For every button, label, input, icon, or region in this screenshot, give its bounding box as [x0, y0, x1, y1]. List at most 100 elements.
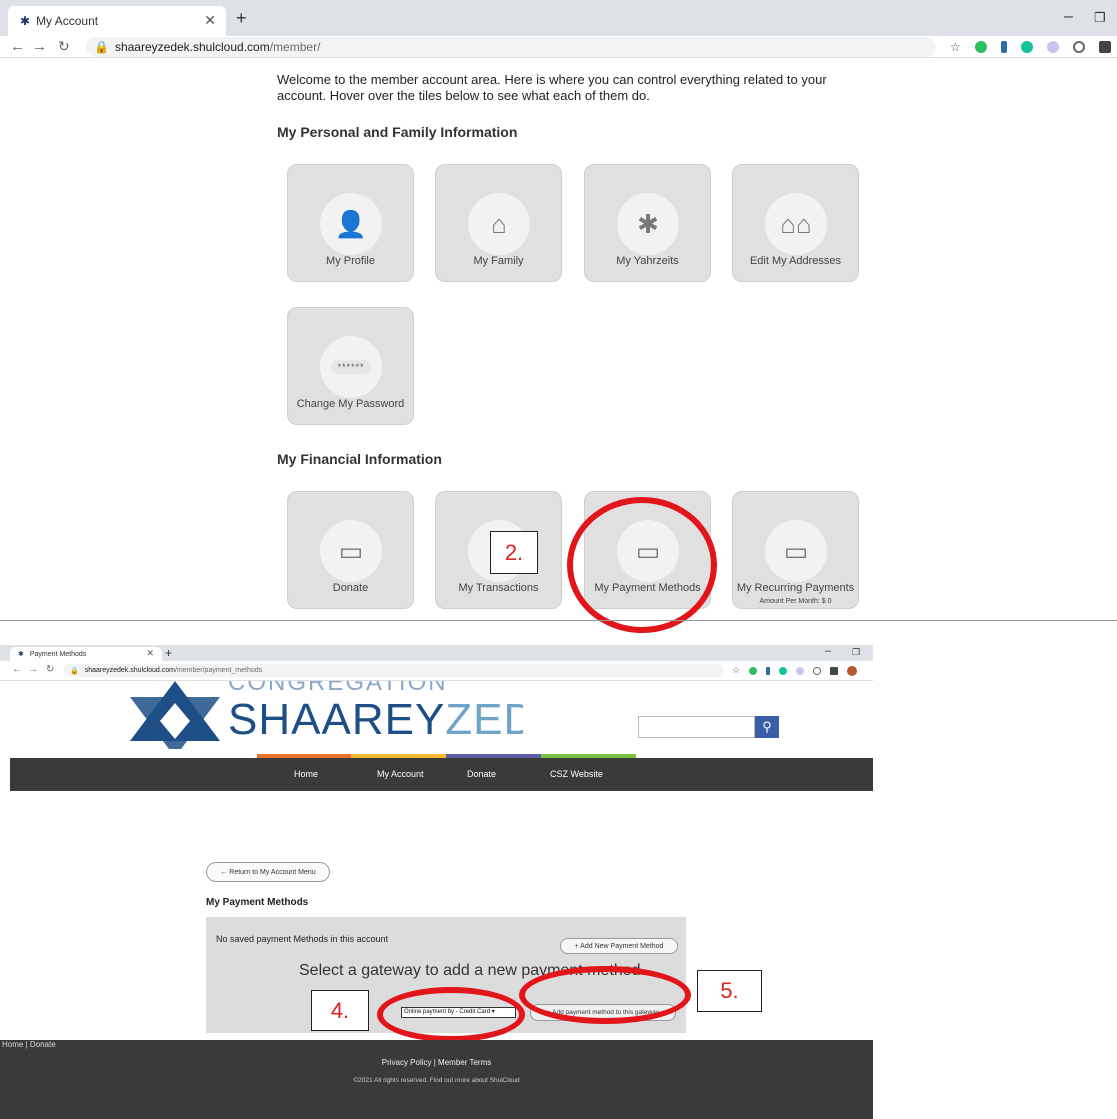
close-tab-icon[interactable]: ✕ [204, 12, 216, 29]
star-of-david-logo-icon [130, 681, 220, 749]
annotation-step-4: 4. [311, 990, 369, 1031]
memorial-candle-icon: ✱ [617, 193, 679, 255]
logo-name-part2: ZEDEK [445, 695, 523, 744]
address-bar: ← → ↻ 🔒 shaareyzedek.shulcloud.com/membe… [0, 36, 1117, 58]
url-input[interactable]: 🔒 shaareyzedek.shulcloud.com/member/paym… [64, 664, 724, 677]
footer-copyright: ©2021 All rights reserved. Find out more… [353, 1077, 520, 1084]
bookmark-star-icon[interactable]: ☆ [950, 40, 961, 54]
annotation-circle-payment-methods [567, 497, 717, 633]
url-input[interactable]: 🔒 shaareyzedek.shulcloud.com/member/ [86, 37, 936, 57]
browser-tab-bar: ✱ Payment Methods ✕ + – ❐ [0, 645, 873, 661]
extension-bars-icon[interactable] [766, 666, 771, 675]
page-title: My Payment Methods [206, 897, 309, 908]
family-house-edit-icon: ⌂ [468, 193, 530, 255]
nav-home[interactable]: Home [294, 769, 318, 779]
restore-button[interactable]: ❐ [1094, 10, 1106, 26]
tile-label: My Yahrzeits [616, 255, 679, 267]
nav-csz-website[interactable]: CSZ Website [550, 769, 603, 779]
browser-tab-my-account[interactable]: ✱ My Account ✕ [8, 6, 226, 36]
welcome-text: Welcome to the member account area. Here… [277, 72, 827, 103]
address-bar: ← → ↻ 🔒 shaareyzedek.shulcloud.com/membe… [0, 661, 873, 681]
minimize-button[interactable]: – [825, 645, 831, 657]
tab-title: My Account [36, 14, 99, 28]
profile-avatar-icon[interactable] [847, 665, 858, 676]
extension-icons: ☆ [950, 36, 1117, 57]
footer-home-donate-links[interactable]: Home | Donate [2, 1040, 56, 1049]
tile-label: Donate [332, 582, 369, 594]
tile-label: My Recurring Payments [736, 582, 855, 594]
grammarly-icon[interactable] [1020, 40, 1033, 53]
password-field-icon: ****** [320, 336, 382, 398]
profile-edit-icon: 👤 [320, 193, 382, 255]
pocket-icon[interactable] [813, 666, 822, 675]
nav-donate[interactable]: Donate [467, 769, 496, 779]
return-to-account-menu-button[interactable]: ← Return to My Account Menu [206, 862, 330, 882]
tile-my-yahrzeits[interactable]: ✱ My Yahrzeits [584, 164, 711, 282]
no-saved-methods-text: No saved payment Methods in this account [216, 934, 389, 944]
stacked-cards-icon: ▭ [765, 520, 827, 582]
footer-links[interactable]: Privacy Policy | Member Terms [0, 1058, 873, 1067]
tile-edit-my-addresses[interactable]: ⌂⌂ Edit My Addresses [732, 164, 859, 282]
back-arrow-icon[interactable]: ← [10, 38, 25, 55]
tile-label: Change My Password [296, 398, 405, 410]
tile-my-recurring-payments[interactable]: ▭ My Recurring Payments Amount Per Month… [732, 491, 859, 609]
extension-bars-icon[interactable] [1000, 40, 1007, 53]
tile-label: My Family [473, 255, 524, 267]
reload-icon[interactable]: ↻ [58, 38, 70, 55]
tile-my-profile[interactable]: 👤 My Profile [287, 164, 414, 282]
password-mask: ****** [331, 360, 371, 374]
tile-my-family[interactable]: ⌂ My Family [435, 164, 562, 282]
credit-card-icon: ▭ [320, 520, 382, 582]
minimize-button[interactable]: – [1064, 8, 1073, 26]
extension-icons: ☆ [732, 661, 858, 680]
evernote-icon[interactable] [974, 40, 987, 53]
tile-label: My Transactions [458, 582, 539, 594]
personal-section-title: My Personal and Family Information [277, 124, 518, 140]
pocket-icon[interactable] [1072, 40, 1085, 53]
recurring-amount: Amount Per Month: $ 0 [759, 598, 832, 605]
reload-icon[interactable]: ↻ [46, 664, 54, 675]
lock-icon: 🔒 [94, 40, 109, 54]
evernote-icon[interactable] [749, 666, 758, 675]
annotation-circle-add-gateway [519, 966, 691, 1024]
browser-tab-bar: ✱ My Account ✕ + – ❐ [0, 0, 1117, 36]
footer-top-bar: Home | Donate [0, 1040, 873, 1052]
restore-button[interactable]: ❐ [852, 647, 860, 658]
puzzle-extensions-icon[interactable] [1098, 40, 1111, 53]
tile-label: Edit My Addresses [749, 255, 842, 267]
loading-extension-icon[interactable] [796, 666, 805, 675]
bookmark-star-icon[interactable]: ☆ [732, 665, 740, 676]
url-path: /member/ [269, 40, 321, 54]
houses-edit-icon: ⌂⌂ [765, 193, 827, 255]
browser-tab-payment-methods[interactable]: ✱ Payment Methods ✕ [10, 647, 162, 661]
annotation-step-5: 5. [697, 970, 762, 1012]
new-tab-button[interactable]: + [165, 646, 172, 660]
nav-my-account[interactable]: My Account [377, 769, 424, 779]
loading-extension-icon[interactable] [1046, 40, 1059, 53]
congregation-logo[interactable]: CONGREGATION SHAAREYZEDEK [128, 681, 523, 749]
puzzle-extensions-icon[interactable] [830, 666, 839, 675]
new-tab-button[interactable]: + [236, 8, 247, 29]
logo-name-text: SHAAREYZEDEK [228, 695, 523, 745]
url-host: shaareyzedek.shulcloud.com [114, 40, 270, 54]
annotation-step-2: 2. [490, 531, 538, 574]
tile-change-my-password[interactable]: ****** Change My Password [287, 307, 414, 425]
tab-title: Payment Methods [29, 650, 87, 658]
url-host: shaareyzedek.shulcloud.com [84, 667, 175, 674]
star-of-david-icon: ✱ [18, 651, 24, 658]
forward-arrow-icon[interactable]: → [32, 38, 47, 55]
footer: Privacy Policy | Member Terms ©2021 All … [0, 1052, 873, 1119]
tile-donate[interactable]: ▭ Donate [287, 491, 414, 609]
add-new-payment-method-button[interactable]: + Add New Payment Method [560, 938, 678, 954]
lock-icon: 🔒 [70, 667, 79, 675]
grammarly-icon[interactable] [779, 666, 788, 675]
close-tab-icon[interactable]: ✕ [146, 648, 154, 659]
forward-arrow-icon[interactable]: → [28, 664, 38, 675]
search-icon[interactable]: ⚲ [755, 716, 779, 738]
main-nav: Home My Account Donate CSZ Website [10, 758, 873, 791]
star-of-david-icon: ✱ [20, 14, 31, 28]
financial-section-title: My Financial Information [277, 451, 442, 467]
logo-name-part1: SHAAREY [228, 695, 446, 744]
site-search-input[interactable] [638, 716, 755, 738]
back-arrow-icon[interactable]: ← [12, 664, 22, 675]
